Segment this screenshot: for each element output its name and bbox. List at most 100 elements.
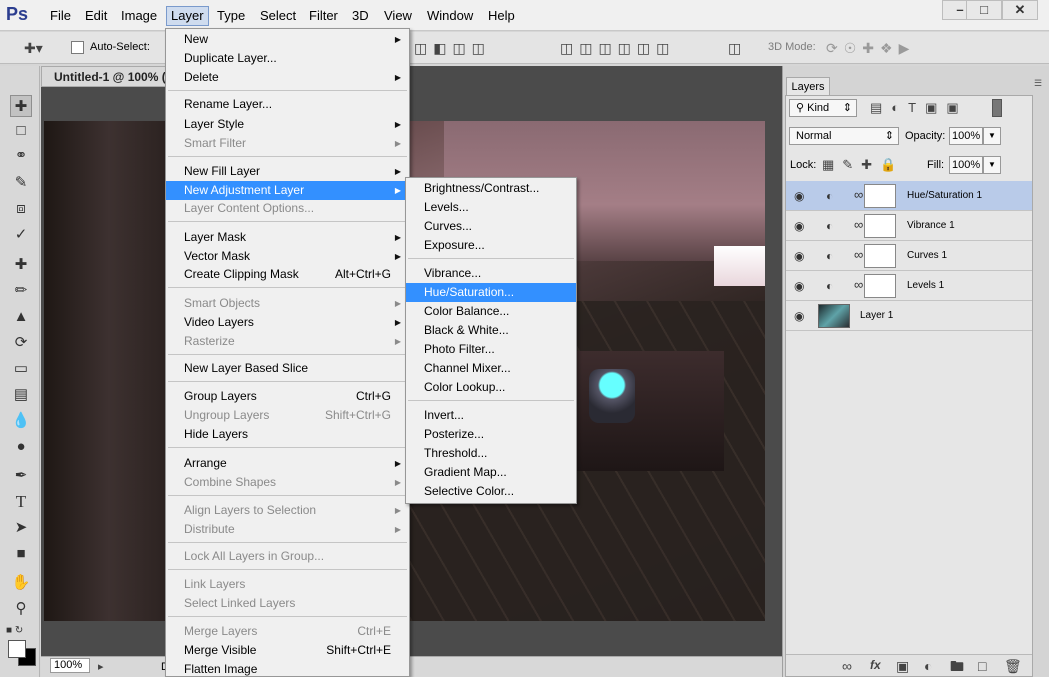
layer-row[interactable]: ◉ ◐ ∞ Hue/Saturation 1	[786, 181, 1032, 211]
maximize-button[interactable]: □	[966, 0, 1002, 20]
link-layers-icon[interactable]: ∞	[842, 658, 852, 674]
menu-item-combine-shapes[interactable]: Combine Shapes ▶	[166, 473, 409, 492]
menu-edit[interactable]: Edit	[81, 6, 111, 26]
zoom-field[interactable]: 100%	[50, 658, 90, 673]
trash-icon[interactable]: 🗑	[1004, 658, 1022, 674]
lock-icons[interactable]: ▦✎✚🔒	[822, 157, 904, 173]
layer-mask-thumbnail[interactable]	[864, 214, 896, 238]
rectangle-tool-icon[interactable]: ■	[10, 543, 32, 565]
link-icon[interactable]: ∞	[854, 247, 863, 262]
opacity-field[interactable]: 100%	[949, 127, 983, 145]
layer-thumbnail[interactable]	[818, 304, 850, 328]
layer-mask-thumbnail[interactable]	[864, 184, 896, 208]
submenu-item-selective-color[interactable]: Selective Color...	[406, 482, 576, 501]
link-icon[interactable]: ∞	[854, 217, 863, 232]
history-brush-tool-icon[interactable]: ⟳	[10, 332, 32, 354]
link-icon[interactable]: ∞	[854, 187, 863, 202]
layer-mask-thumbnail[interactable]	[864, 244, 896, 268]
submenu-item-exposure[interactable]: Exposure...	[406, 236, 576, 255]
menu-item-hide-layers[interactable]: Hide Layers	[166, 425, 409, 444]
marquee-tool-icon[interactable]: □	[10, 120, 32, 142]
menu-item-lock-all-layers-in-group[interactable]: Lock All Layers in Group...	[166, 547, 409, 566]
menu-item-arrange[interactable]: Arrange ▶	[166, 454, 409, 473]
move-tool-icon[interactable]: ✚	[10, 95, 32, 117]
hand-tool-icon[interactable]: ✋	[10, 572, 32, 594]
layers-tab[interactable]: Layers	[786, 77, 830, 96]
group-folder-icon[interactable]: 🖿	[950, 658, 964, 674]
menu-item-smart-objects[interactable]: Smart Objects ▶	[166, 294, 409, 313]
menu-item-new-adjustment-layer[interactable]: New Adjustment Layer ▶	[166, 181, 409, 200]
submenu-item-invert[interactable]: Invert...	[406, 406, 576, 425]
brush-tool-icon[interactable]: ✏	[10, 280, 32, 302]
distribute-icons[interactable]: ◫◫◫◫◫◫	[560, 40, 675, 56]
submenu-item-gradient-map[interactable]: Gradient Map...	[406, 463, 576, 482]
menu-view[interactable]: View	[380, 6, 416, 26]
submenu-item-levels[interactable]: Levels...	[406, 198, 576, 217]
menu-item-rename-layer[interactable]: Rename Layer...	[166, 95, 409, 114]
menu-item-smart-filter[interactable]: Smart Filter ▶	[166, 134, 409, 153]
menu-item-ungroup-layers[interactable]: Ungroup Layers Shift+Ctrl+G	[166, 406, 409, 425]
crop-tool-icon[interactable]: ⧈	[10, 198, 32, 220]
lasso-tool-icon[interactable]: ⚭	[10, 145, 32, 167]
kind-filter-select[interactable]: ⚲ Kind ⇕	[789, 99, 857, 117]
menu-item-group-layers[interactable]: Group Layers Ctrl+G	[166, 387, 409, 406]
link-icon[interactable]: ∞	[854, 277, 863, 292]
menu-layer[interactable]: Layer	[166, 6, 209, 26]
filter-icons[interactable]: ▤◐T▣▣	[870, 100, 968, 116]
eye-icon[interactable]: ◉	[794, 219, 804, 233]
layer-row[interactable]: ◉ ◐ ∞ Curves 1	[786, 241, 1032, 271]
menu-item-merge-layers[interactable]: Merge Layers Ctrl+E	[166, 622, 409, 641]
menu-item-rasterize[interactable]: Rasterize ▶	[166, 332, 409, 351]
submenu-item-brightness-contrast[interactable]: Brightness/Contrast...	[406, 179, 576, 198]
menu-item-create-clipping-mask[interactable]: Create Clipping Mask Alt+Ctrl+G	[166, 265, 409, 284]
align-icons[interactable]: ◫◧◫◫	[414, 40, 491, 56]
submenu-item-vibrance[interactable]: Vibrance...	[406, 264, 576, 283]
submenu-item-color-lookup[interactable]: Color Lookup...	[406, 378, 576, 397]
submenu-item-threshold[interactable]: Threshold...	[406, 444, 576, 463]
menu-item-new[interactable]: New ▶	[166, 30, 409, 49]
move-tool-icon[interactable]: ✚▾	[24, 40, 43, 56]
blend-mode-select[interactable]: Normal ⇕	[789, 127, 899, 145]
foreground-color-swatch[interactable]	[8, 640, 26, 658]
stamp-tool-icon[interactable]: ▲	[10, 306, 32, 328]
menu-item-vector-mask[interactable]: Vector Mask ▶	[166, 247, 409, 266]
add-mask-icon[interactable]: ▣	[896, 658, 909, 674]
menu-item-new-layer-based-slice[interactable]: New Layer Based Slice	[166, 359, 409, 378]
healing-brush-tool-icon[interactable]: ✚	[10, 254, 32, 276]
opacity-dropdown-icon[interactable]: ▼	[983, 127, 1001, 145]
menu-item-duplicate-layer[interactable]: Duplicate Layer...	[166, 49, 409, 68]
eye-icon[interactable]: ◉	[794, 189, 804, 203]
filter-toggle[interactable]	[992, 99, 1002, 117]
dodge-tool-icon[interactable]: ●	[10, 436, 32, 458]
eraser-tool-icon[interactable]: ▭	[10, 358, 32, 380]
layer-row[interactable]: ◉ Layer 1	[786, 301, 1032, 331]
swap-colors-icon[interactable]: ■ ↻	[6, 625, 23, 636]
blur-tool-icon[interactable]: 💧	[10, 410, 32, 432]
menu-select[interactable]: Select	[256, 6, 300, 26]
submenu-item-photo-filter[interactable]: Photo Filter...	[406, 340, 576, 359]
new-layer-icon[interactable]: □	[978, 658, 986, 674]
path-selection-tool-icon[interactable]: ➤	[10, 517, 32, 539]
menu-item-link-layers[interactable]: Link Layers	[166, 575, 409, 594]
menu-item-flatten-image[interactable]: Flatten Image	[166, 660, 409, 677]
panel-menu-icon[interactable]: ☰	[1034, 78, 1042, 89]
fx-icon[interactable]: fx	[870, 658, 881, 672]
eye-icon[interactable]: ◉	[794, 279, 804, 293]
menu-item-delete[interactable]: Delete ▶	[166, 68, 409, 87]
type-tool-icon[interactable]: T	[10, 491, 32, 513]
submenu-item-channel-mixer[interactable]: Channel Mixer...	[406, 359, 576, 378]
menu-item-video-layers[interactable]: Video Layers ▶	[166, 313, 409, 332]
submenu-item-posterize[interactable]: Posterize...	[406, 425, 576, 444]
layer-row[interactable]: ◉ ◐ ∞ Levels 1	[786, 271, 1032, 301]
menu-item-select-linked-layers[interactable]: Select Linked Layers	[166, 594, 409, 613]
menu-3d[interactable]: 3D	[348, 6, 373, 26]
menu-item-merge-visible[interactable]: Merge Visible Shift+Ctrl+E	[166, 641, 409, 660]
submenu-item-color-balance[interactable]: Color Balance...	[406, 302, 576, 321]
menu-filter[interactable]: Filter	[305, 6, 342, 26]
submenu-item-curves[interactable]: Curves...	[406, 217, 576, 236]
layer-row[interactable]: ◉ ◐ ∞ Vibrance 1	[786, 211, 1032, 241]
menu-file[interactable]: File	[46, 6, 75, 26]
submenu-item-black-white[interactable]: Black & White...	[406, 321, 576, 340]
status-arrow-icon[interactable]: ▸	[98, 660, 104, 673]
auto-select-checkbox[interactable]	[71, 41, 84, 54]
